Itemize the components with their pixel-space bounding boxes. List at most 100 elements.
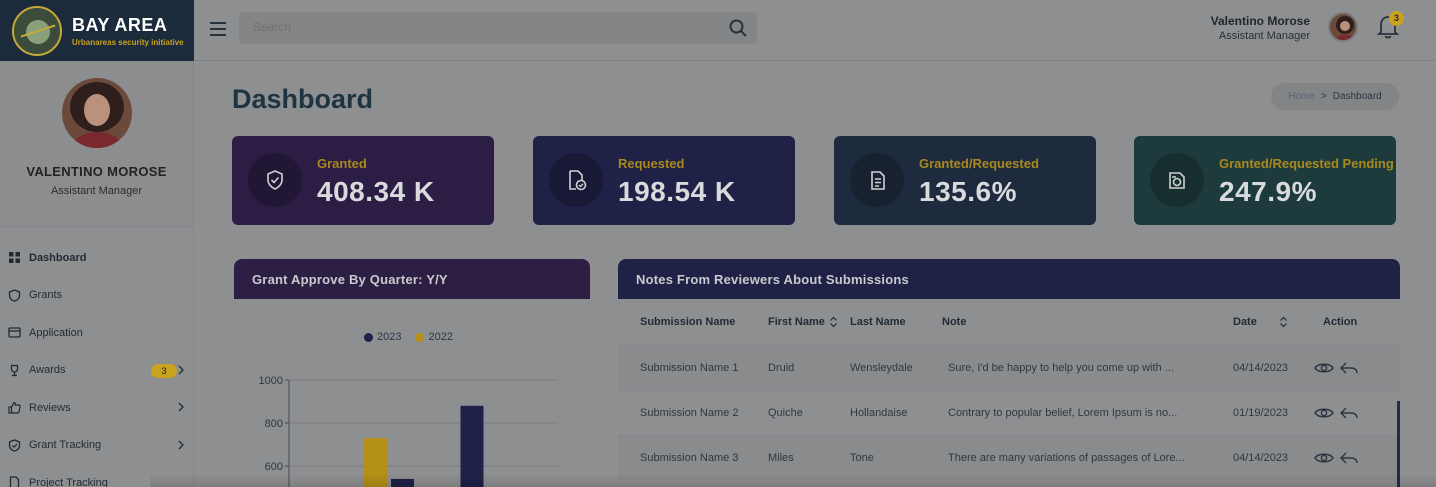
sort-icon[interactable] — [829, 316, 838, 328]
sidebar-item-application[interactable]: Application — [0, 314, 193, 352]
stat-card-value: 247.9% — [1219, 176, 1317, 207]
header-user-role: Assistant Manager — [1218, 30, 1310, 42]
breadcrumb-current: Dashboard — [1332, 91, 1382, 102]
user-info[interactable]: Valentino Morose Assistant Manager — [1211, 14, 1310, 42]
notes-panel-title: Notes From Reviewers About Submissions — [618, 259, 1400, 299]
shield-check-icon — [8, 439, 21, 452]
chevron-right-icon[interactable] — [177, 365, 185, 375]
reply-icon[interactable] — [1338, 361, 1360, 375]
shield-icon — [8, 289, 21, 302]
eye-icon[interactable] — [1313, 361, 1335, 375]
sidebar-item-label: Application — [29, 326, 83, 339]
stat-card-label: Granted/Requested — [919, 156, 1039, 171]
stat-card-label: Granted — [317, 156, 367, 171]
stat-card-requested[interactable]: Requested 198.54 K — [533, 136, 795, 225]
cell-note: Contrary to popular belief, Lorem Ipsum … — [942, 389, 1233, 435]
window-icon — [8, 327, 21, 338]
cell-submission[interactable]: Submission Name 2 — [618, 389, 768, 435]
sidebar-item-grant-tracking[interactable]: Grant Tracking — [0, 427, 193, 465]
sidebar: VALENTINO MOROSE Assistant Manager Dashb… — [0, 61, 194, 487]
hamburger-menu-icon[interactable] — [210, 22, 226, 36]
bottom-shadow — [150, 474, 1436, 487]
bar-chart: 1000 800 600 — [259, 375, 558, 487]
brand-block[interactable]: BAY AREA Urbanareas security initiative — [0, 0, 194, 61]
profile-card: VALENTINO MOROSE Assistant Manager — [0, 61, 193, 227]
brand-subtitle: Urbanareas security initiative — [72, 37, 184, 47]
cell-date: 01/19/2023 — [1233, 389, 1313, 435]
trophy-icon — [10, 364, 19, 376]
cell-action — [1313, 344, 1400, 390]
table-row[interactable]: Submission Name 2 Quiche Hollandaise Con… — [618, 389, 1400, 435]
reply-icon[interactable] — [1338, 451, 1360, 465]
document-icon — [9, 476, 20, 487]
column-header-first-name[interactable]: First Name — [768, 299, 850, 345]
stat-card-granted[interactable]: Granted 408.34 K — [232, 136, 494, 225]
column-header-label: Date — [1233, 315, 1257, 328]
chevron-right-icon[interactable] — [177, 440, 185, 450]
reply-icon[interactable] — [1338, 406, 1360, 420]
chevron-right-icon[interactable] — [177, 402, 185, 412]
column-header-note[interactable]: Note — [942, 299, 1233, 345]
column-header-date[interactable]: Date — [1233, 299, 1313, 345]
sidebar-item-dashboard[interactable]: Dashboard — [0, 239, 193, 277]
sidebar-item-label: Dashboard — [29, 251, 87, 264]
breadcrumb: Home > Dashboard — [1271, 83, 1399, 110]
sidebar-item-label: Grant Tracking — [29, 439, 102, 452]
profile-role: Assistant Manager — [50, 185, 143, 197]
eye-icon[interactable] — [1313, 451, 1335, 465]
shield-check-icon — [248, 153, 302, 207]
avatar[interactable] — [1328, 12, 1358, 42]
thumbs-up-icon — [8, 402, 21, 414]
header-user-name: Valentino Morose — [1210, 14, 1310, 28]
sidebar-item-label: Project Tracking — [29, 476, 108, 487]
awards-badge: 3 — [151, 363, 177, 378]
y-tick-label: 1000 — [259, 375, 283, 387]
sidebar-item-grants[interactable]: Grants — [0, 277, 193, 315]
grid-icon — [9, 252, 20, 264]
search-icon[interactable] — [729, 19, 747, 37]
sidebar-nav: Dashboard Grants Application Awards 3 Re… — [0, 227, 193, 487]
cell-last-name: Wensleydale — [850, 344, 942, 390]
logo-icon — [12, 5, 62, 56]
stat-card-value: 198.54 K — [618, 176, 736, 207]
sidebar-item-reviews[interactable]: Reviews — [0, 389, 193, 427]
camera-document-icon — [1150, 153, 1204, 207]
stat-card-value: 135.6% — [919, 176, 1017, 207]
document-check-icon — [549, 153, 603, 207]
sort-icon[interactable] — [1279, 316, 1288, 328]
top-header: Valentino Morose Assistant Manager 3 — [194, 0, 1436, 61]
search-input[interactable] — [253, 20, 713, 34]
column-header-last-name[interactable]: Last Name — [850, 299, 942, 345]
search-bar[interactable] — [239, 12, 757, 44]
sidebar-item-awards[interactable]: Awards 3 — [0, 352, 193, 390]
clipboard-icon — [850, 153, 904, 207]
stat-card-label: Granted/Requested Pending — [1219, 156, 1394, 171]
stat-card-pending[interactable]: Granted/Requested Pending 247.9% — [1134, 136, 1396, 225]
profile-avatar — [61, 78, 132, 148]
cell-note: Sure, I'd be happy to help you come up w… — [942, 344, 1233, 390]
y-tick-label: 600 — [265, 461, 283, 473]
cell-submission[interactable]: Submission Name 1 — [618, 344, 768, 390]
notes-table: Submission Name First Name Last Name Not… — [618, 299, 1400, 480]
cell-date: 04/14/2023 — [1233, 344, 1313, 390]
column-header-submission[interactable]: Submission Name — [618, 299, 768, 345]
breadcrumb-home[interactable]: Home — [1288, 91, 1315, 102]
grant-chart-panel: Grant Approve By Quarter: Y/Y 2023 2022 … — [234, 259, 590, 487]
breadcrumb-separator: > — [1320, 91, 1327, 102]
stat-card-value: 408.34 K — [317, 176, 435, 207]
y-tick-label: 800 — [265, 418, 283, 430]
profile-name: VALENTINO MOROSE — [26, 164, 167, 179]
cell-first-name: Druid — [768, 344, 850, 390]
eye-icon[interactable] — [1313, 406, 1335, 420]
notification-badge: 3 — [1389, 11, 1404, 26]
page-title: Dashboard — [232, 84, 374, 114]
sidebar-item-label: Reviews — [29, 401, 71, 414]
notes-panel: Notes From Reviewers About Submissions S… — [618, 259, 1400, 487]
cell-first-name: Quiche — [768, 389, 850, 435]
column-header-label: First Name — [768, 315, 825, 328]
sidebar-item-label: Grants — [29, 289, 63, 302]
sidebar-item-label: Awards — [29, 364, 66, 377]
stat-card-granted-requested[interactable]: Granted/Requested 135.6% — [834, 136, 1096, 225]
column-header-action: Action — [1323, 315, 1358, 328]
table-row[interactable]: Submission Name 1 Druid Wensleydale Sure… — [618, 344, 1400, 390]
